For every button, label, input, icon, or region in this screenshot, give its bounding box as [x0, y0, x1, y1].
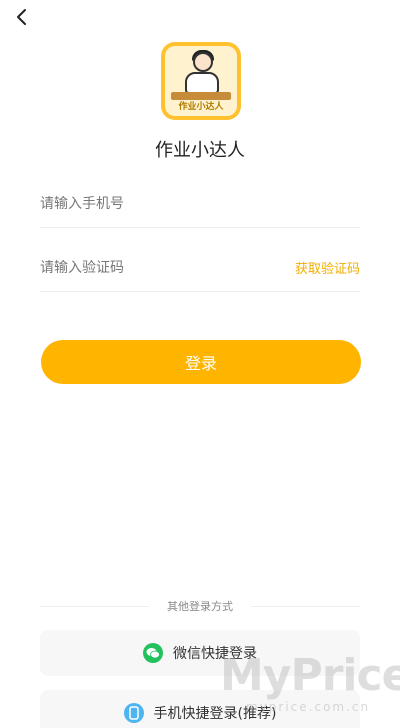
- other-login-label: 其他登录方式: [167, 600, 233, 613]
- logo-face: [193, 52, 213, 72]
- logo-body: [185, 72, 219, 94]
- app-title: 作业小达人: [155, 140, 245, 161]
- wechat-login-button[interactable]: 微信快捷登录: [40, 630, 360, 676]
- chevron-left-icon: [17, 9, 26, 25]
- get-code-button[interactable]: 获取验证码: [295, 258, 360, 277]
- login-button[interactable]: 登录: [41, 340, 361, 384]
- code-field-row: 获取验证码: [40, 244, 360, 292]
- phone-field-row: [40, 180, 360, 228]
- wechat-icon: [143, 643, 163, 663]
- divider-line-right: [251, 605, 360, 607]
- logo-caption: 作业小达人: [178, 102, 224, 112]
- divider-line-left: [40, 605, 149, 607]
- verification-code-input[interactable]: [40, 259, 295, 276]
- back-button[interactable]: [12, 6, 34, 28]
- phone-icon: [123, 703, 144, 723]
- other-login-divider: 其他登录方式: [40, 598, 360, 614]
- mobile-login-button[interactable]: 手机快捷登录(推荐): [40, 690, 360, 728]
- phone-input[interactable]: [40, 195, 360, 212]
- app-logo: 作业小达人: [161, 42, 241, 120]
- mobile-login-label: 手机快捷登录(推荐): [153, 706, 277, 722]
- wechat-login-label: 微信快捷登录: [173, 646, 257, 662]
